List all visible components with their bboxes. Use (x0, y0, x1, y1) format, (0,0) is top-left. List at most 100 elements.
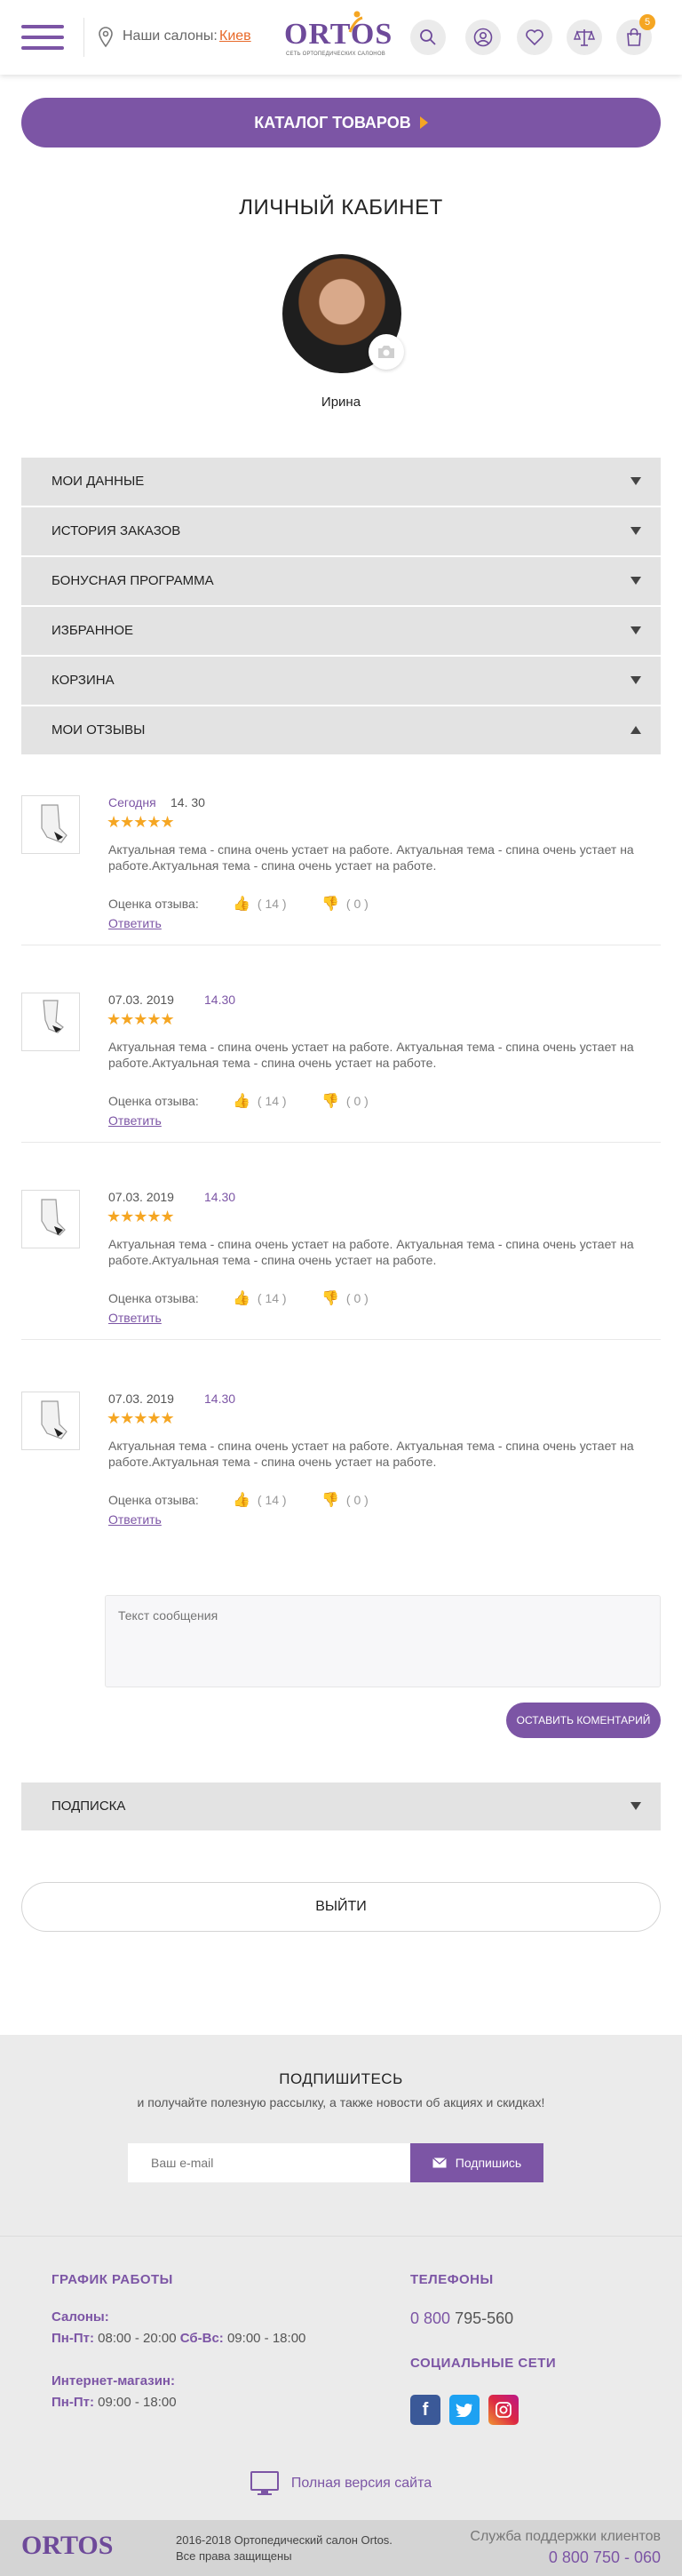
desktop-monitor-icon (250, 2471, 279, 2495)
location-pin-icon (99, 27, 113, 48)
search-button[interactable] (410, 20, 446, 55)
weekdays-label: Пн-Пт: (52, 2331, 94, 2346)
divider (21, 1339, 661, 1340)
orthosis-product-icon (41, 1199, 66, 1236)
footer-logo[interactable]: ORTOS (21, 2531, 113, 2561)
dislike-button[interactable]: 👎 ( 0 ) (321, 1092, 369, 1110)
dislike-button[interactable]: 👎 ( 0 ) (321, 1491, 369, 1509)
like-button[interactable]: 👍 ( 14 ) (233, 895, 287, 913)
review-text: Актуальная тема - спина очень устает на … (108, 1439, 634, 1469)
dislike-button[interactable]: 👎 ( 0 ) (321, 1289, 369, 1307)
bottom-bar: ORTOS 2016-2018 Ортопедический салон Ort… (0, 2520, 682, 2576)
review-time: 14.30 (204, 1392, 236, 1406)
message-textarea[interactable] (105, 1595, 661, 1687)
facebook-icon[interactable]: f (410, 2395, 440, 2425)
like-button[interactable]: 👍 ( 14 ) (233, 1092, 287, 1110)
logout-button[interactable]: ВЫЙТИ (21, 1882, 661, 1932)
shop-hours-value: 09:00 - 18:00 (98, 2395, 177, 2410)
reply-link[interactable]: Ответить (108, 1512, 162, 1527)
section-label: КОРЗИНА (52, 673, 115, 688)
full-version-label: Полная версия сайта (290, 2476, 432, 2491)
section-label: МОИ ОТЗЫВЫ (52, 722, 146, 738)
product-thumbnail[interactable] (21, 1392, 80, 1450)
section-cart[interactable]: КОРЗИНА (21, 657, 661, 705)
newsletter-description: и получайте полезную рассылку, а также н… (137, 2095, 545, 2109)
instagram-camera-icon (496, 2402, 512, 2418)
dislike-count: ( 0 ) (345, 897, 369, 911)
ortos-logo[interactable]: ORTOS СЕТЬ ОРТОПЕДИЧЕСКИХ САЛОНОВ (284, 11, 392, 62)
section-my-reviews[interactable]: МОИ ОТЗЫВЫ (21, 706, 661, 754)
dislike-count: ( 0 ) (345, 1291, 369, 1305)
like-count: ( 14 ) (257, 1094, 287, 1108)
section-label: ИСТОРИЯ ЗАКАЗОВ (52, 523, 181, 538)
logo-figure-icon (348, 11, 363, 33)
section-order-history[interactable]: ИСТОРИЯ ЗАКАЗОВ (21, 507, 661, 555)
section-favorites[interactable]: ИЗБРАННОЕ (21, 607, 661, 655)
review-date: Сегодня (108, 795, 156, 809)
like-button[interactable]: 👍 ( 14 ) (233, 1289, 287, 1307)
cart-button[interactable]: 5 (616, 14, 655, 55)
subscribe-button-label: Подпишись (455, 2156, 522, 2170)
heart-icon (526, 29, 543, 46)
full-version-link[interactable]: Полная версия сайта (0, 2471, 682, 2496)
site-footer: ГРАФИК РАБОТЫ Салоны: Пн-Пт: 08:00 - 20:… (0, 2236, 682, 2520)
instagram-icon[interactable] (488, 2395, 519, 2425)
review-time: 14.30 (204, 1190, 236, 1204)
reply-link[interactable]: Ответить (108, 916, 162, 930)
like-count: ( 14 ) (257, 897, 287, 911)
chevron-down-icon (630, 626, 641, 634)
site-header: Наши салоны: Киев ORTOS СЕТЬ ОРТОПЕДИЧЕС… (0, 0, 682, 75)
like-button[interactable]: 👍 ( 14 ) (233, 1491, 287, 1509)
section-my-data[interactable]: МОИ ДАННЫЕ (21, 458, 661, 506)
catalog-button[interactable]: КАТАЛОГ ТОВАРОВ (21, 98, 661, 148)
favorites-button[interactable] (517, 20, 552, 55)
chevron-down-icon (630, 1802, 641, 1810)
thumbs-up-icon: 👍 (233, 1291, 250, 1306)
change-photo-button[interactable] (369, 334, 404, 370)
thumbs-up-icon: 👍 (233, 1493, 250, 1508)
menu-icon[interactable] (21, 25, 64, 50)
email-field[interactable] (128, 2143, 410, 2182)
support-label: Служба поддержки клиентов (470, 2529, 661, 2544)
product-thumbnail[interactable] (21, 795, 80, 854)
chevron-down-icon (630, 676, 641, 684)
user-name: Ирина (321, 395, 361, 410)
like-count: ( 14 ) (257, 1493, 287, 1507)
orthosis-product-icon (41, 1400, 67, 1440)
review-date: 07.03. 2019 (108, 1190, 174, 1204)
reply-link[interactable]: Ответить (108, 1311, 162, 1325)
section-label: МОИ ДАННЫЕ (52, 474, 145, 489)
section-bonus-program[interactable]: БОНУСНАЯ ПРОГРАММА (21, 557, 661, 605)
phones-title: ТЕЛЕФОНЫ (410, 2272, 494, 2287)
orthosis-product-icon (43, 1000, 64, 1033)
dislike-count: ( 0 ) (345, 1493, 369, 1507)
account-button[interactable] (465, 20, 501, 55)
reply-link[interactable]: Ответить (108, 1113, 162, 1128)
thumbs-up-icon: 👍 (233, 1094, 250, 1109)
support-phone[interactable]: 0 800 750 - 060 (549, 2548, 661, 2567)
section-subscription[interactable]: ПОДПИСКА (21, 1782, 661, 1830)
thumbs-down-icon: 👎 (321, 897, 339, 912)
salons-label: Наши салоны: (123, 28, 218, 44)
salons-city-link[interactable]: Киев (219, 28, 251, 44)
logo-subtitle: СЕТЬ ОРТОПЕДИЧЕСКИХ САЛОНОВ (286, 52, 385, 57)
shop-days: Пн-Пт: (52, 2395, 94, 2410)
chevron-down-icon (630, 527, 641, 535)
dislike-button[interactable]: 👎 ( 0 ) (321, 895, 369, 913)
product-thumbnail[interactable] (21, 1190, 80, 1248)
like-count: ( 14 ) (257, 1291, 287, 1305)
twitter-icon[interactable] (449, 2395, 480, 2425)
product-thumbnail[interactable] (21, 993, 80, 1051)
camera-icon (378, 346, 394, 358)
newsletter-title: ПОДПИШИТЕСЬ (279, 2070, 403, 2087)
subscribe-button[interactable]: Подпишись (410, 2143, 543, 2182)
review-date: 07.03. 2019 (108, 1392, 174, 1406)
section-label: БОНУСНАЯ ПРОГРАММА (52, 573, 214, 588)
leave-comment-button[interactable]: ОСТАВИТЬ КОМЕНТАРИЙ (506, 1703, 661, 1738)
shop-hours: Пн-Пт: 09:00 - 18:00 (52, 2395, 177, 2410)
scales-icon (574, 29, 595, 46)
rating-stars: ★★★★★ (107, 1409, 175, 1427)
review-time: 14.30 (204, 993, 236, 1007)
compare-button[interactable] (567, 20, 602, 55)
footer-phone[interactable]: 0 800 795-560 (410, 2309, 513, 2328)
